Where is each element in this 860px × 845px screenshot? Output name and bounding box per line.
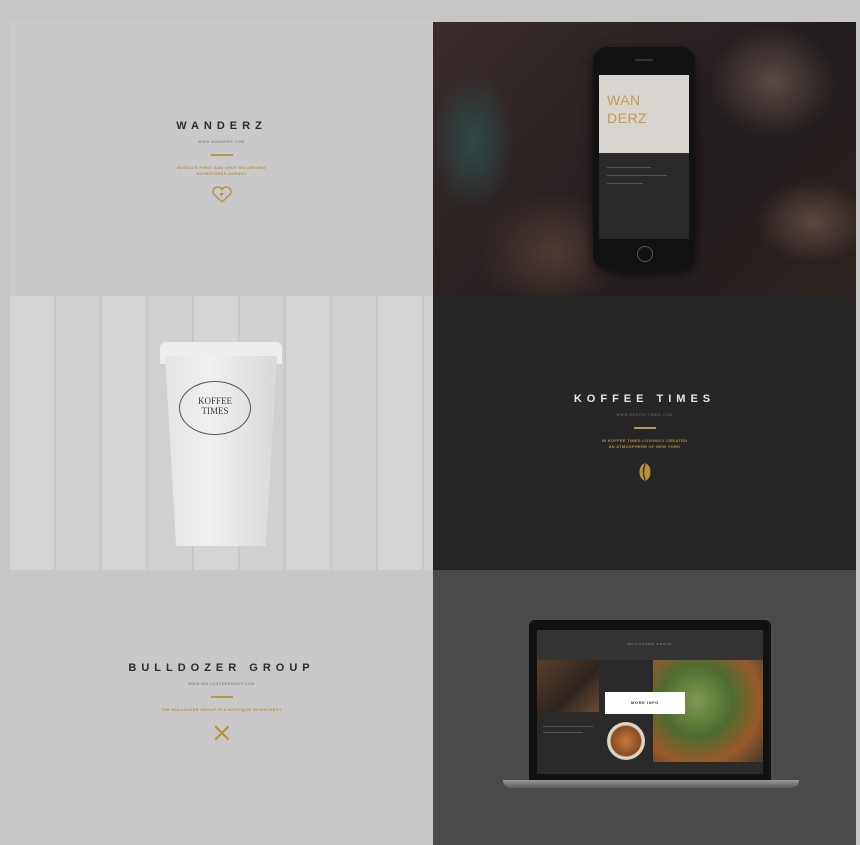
tile-koffee-mockup[interactable]: KOFFEE TIMES [10,296,433,570]
portfolio-grid: WANDERZ WWW.WANDERZ.COM RUSSIA'S FIRST A… [10,22,856,845]
bulldozer-tagline: THE BULLDOZER GROUP IS A BOUTIQUE INVEST… [161,707,282,712]
koffee-seal-logo: KOFFEE TIMES [179,381,251,435]
bulldozer-info-block: BULLDOZER GROUP WWW.BULLDOZERGROUP.COM T… [10,662,433,746]
accent-divider [633,427,656,429]
tile-wanderz-mockup[interactable]: WAN DERZ [433,22,856,296]
koffee-tagline-2: AN ATMOSPHERE OF NEW YORK [608,444,681,449]
phone-title-line-2: DERZ [607,110,648,126]
phone-wanderz-title: WAN DERZ [607,91,647,127]
tile-wanderz-info[interactable]: WANDERZ WWW.WANDERZ.COM RUSSIA'S FIRST A… [10,22,433,296]
phone-text-line [607,183,643,184]
laptop-text-line [543,726,593,727]
laptop-text-line [543,732,583,733]
phone-home-button [637,246,653,262]
seal-line-2: TIMES [201,406,229,416]
laptop-site-title: BULLDOZER GROUP [627,642,673,646]
koffee-title: KOFFEE TIMES [573,393,716,405]
wanderz-tagline-2: ADVENTURES AGENCY [196,171,247,176]
laptop-site-header: BULLDOZER GROUP [537,630,763,660]
bulldozer-title: BULLDOZER GROUP [128,662,315,674]
phone-screen: WAN DERZ [599,75,689,239]
laptop-mockup: BULLDOZER GROUP MORE INFO [529,620,771,780]
heart-compass-icon [10,186,433,209]
restaurant-photo [537,660,599,712]
phone-text-line [607,175,667,176]
tile-bulldozer-info[interactable]: BULLDOZER GROUP WWW.BULLDOZERGROUP.COM T… [10,570,433,845]
phone-mockup: WAN DERZ [593,47,695,269]
koffee-url: WWW.KOFFEETIMES.COM [616,413,673,417]
accent-divider [210,696,233,698]
wanderz-url: WWW.WANDERZ.COM [198,140,245,144]
tile-bulldozer-mockup[interactable]: BULLDOZER GROUP MORE INFO [433,570,856,845]
wanderz-title: WANDERZ [176,120,267,132]
phone-speaker [635,59,653,61]
phone-screen-header: WAN DERZ [599,75,689,153]
laptop-base [503,780,799,788]
koffee-info-block: KOFFEE TIMES WWW.KOFFEETIMES.COM IN KOFF… [433,393,856,487]
wanderz-info-block: WANDERZ WWW.WANDERZ.COM RUSSIA'S FIRST A… [10,120,433,209]
bulldozer-url: WWW.BULLDOZERGROUP.COM [188,682,255,686]
coffee-bean-icon [433,462,856,487]
laptop-screen: BULLDOZER GROUP MORE INFO [537,630,763,774]
cross-tools-icon [10,725,433,746]
more-info-button[interactable]: MORE INFO [605,692,685,714]
dish-photo [607,722,645,760]
accent-divider [210,154,233,156]
tile-koffee-info[interactable]: KOFFEE TIMES WWW.KOFFEETIMES.COM IN KOFF… [433,296,856,570]
seal-line-1: KOFFEE [197,396,232,406]
phone-text-line [607,167,651,168]
phone-title-line-1: WAN [607,92,641,108]
